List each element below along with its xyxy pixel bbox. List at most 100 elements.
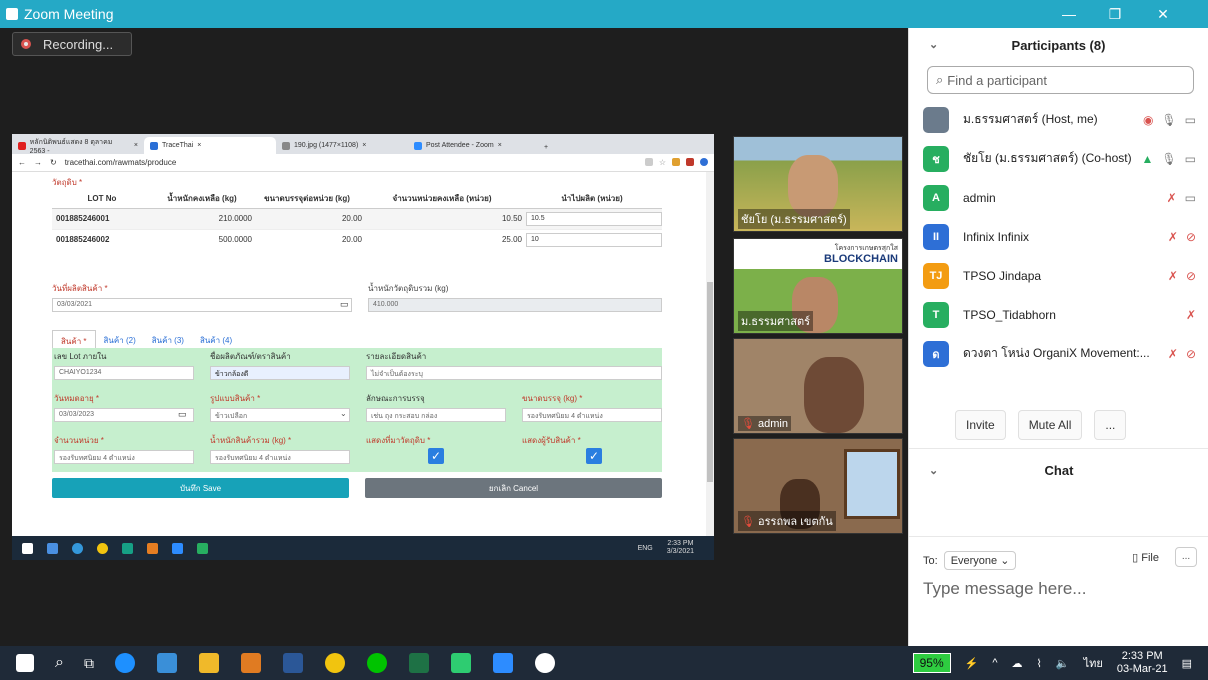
mic-icon[interactable]: 🎙 [1161, 152, 1176, 166]
mute-all-button[interactable]: Mute All [1017, 410, 1083, 440]
camera-off-icon[interactable]: ⊘ [1186, 230, 1196, 244]
edge-icon[interactable] [114, 653, 135, 673]
search-icon[interactable]: ⌕ [55, 654, 64, 672]
participant-row[interactable]: TJ TPSO Jindapa ✗ ⊘ [909, 256, 1208, 295]
input-language[interactable]: ไทย [1084, 654, 1103, 672]
new-tab-button[interactable]: + [540, 144, 548, 154]
tab-close-icon[interactable]: × [197, 142, 201, 149]
detail-input[interactable]: ไม่จำเป็นต้องระบุ [366, 366, 662, 380]
minimize-button[interactable]: — [1046, 0, 1092, 28]
pack-input[interactable]: เช่น ถุง กระสอบ กล่อง [366, 408, 506, 422]
more-button[interactable]: ... [1094, 410, 1127, 440]
blockchain-banner: โครงการเกษตรสุกใส BLOCKCHAIN [734, 239, 902, 269]
participant-status-icons: ▲ 🎙 ▭ [1142, 152, 1196, 166]
forward-icon[interactable]: → [34, 158, 42, 167]
close-button[interactable]: ✕ [1140, 0, 1186, 28]
browser-tab[interactable]: 190.jpg (1477×1108) × [276, 137, 408, 154]
camera-icon[interactable]: ▭ [1185, 191, 1196, 205]
invite-button[interactable]: Invite [955, 410, 1006, 440]
muted-mic-icon[interactable]: ✗ [1167, 191, 1177, 205]
lot-input[interactable]: CHAIYO1234 [54, 366, 194, 380]
translate-icon[interactable] [644, 158, 653, 166]
app-icon[interactable] [450, 653, 471, 673]
profile-icon[interactable] [700, 158, 708, 166]
video-tile[interactable]: 🎙 admin [733, 338, 903, 434]
mic-icon[interactable]: 🎙 [1161, 113, 1176, 127]
app-icon[interactable] [240, 653, 261, 673]
calendar-icon[interactable]: ▭ [178, 409, 187, 420]
qty-input[interactable]: รองรับทศนิยม 4 ตำแหน่ง [54, 450, 194, 464]
camera-app-icon[interactable] [534, 653, 555, 673]
chrome-icon[interactable] [324, 653, 345, 673]
calendar-icon[interactable]: ▭ [340, 299, 349, 310]
show-buyer-checkbox[interactable]: ✓ [586, 448, 602, 464]
name-input[interactable]: ข้าวกล้องดี [210, 366, 350, 380]
file-explorer-icon[interactable] [198, 653, 219, 673]
windows-start-icon[interactable] [16, 654, 34, 672]
participant-row[interactable]: II Infinix Infinix ✗ ⊘ [909, 217, 1208, 256]
recording-indicator[interactable]: Recording... [12, 32, 132, 56]
camera-off-icon[interactable]: ⊘ [1186, 347, 1196, 361]
reload-icon[interactable]: ↻ [50, 158, 57, 167]
excel-icon[interactable] [408, 653, 429, 673]
zoom-icon[interactable] [492, 653, 513, 673]
camera-icon[interactable]: ▭ [1185, 152, 1196, 166]
wifi-icon[interactable]: ⌇ [1037, 657, 1042, 670]
form-select[interactable]: ข้าวเปลือก [210, 408, 350, 422]
photos-icon[interactable] [156, 653, 177, 673]
participant-row[interactable]: ม.ธรรมศาสตร์ (Host, me) ◉ 🎙 ▭ [909, 100, 1208, 139]
word-icon[interactable] [282, 653, 303, 673]
extension-icon[interactable] [686, 158, 694, 166]
use-input[interactable]: 10.5 [526, 211, 662, 226]
camera-off-icon[interactable]: ⊘ [1186, 269, 1196, 283]
chat-more-button[interactable]: ... [1175, 547, 1197, 567]
use-input[interactable]: 10 [526, 232, 662, 247]
task-view-icon[interactable]: ⧉ [84, 655, 94, 672]
page-scrollbar[interactable] [706, 172, 714, 536]
participant-row[interactable]: ด ดวงตา โหน่ง OrganiX Movement:... ✗ ⊘ [909, 334, 1208, 373]
collapse-chevron-icon[interactable]: ⌄ [929, 464, 938, 477]
tab-close-icon[interactable]: × [498, 142, 502, 149]
total-prod-input[interactable]: รองรับทศนิยม 4 ตำแหน่ง [210, 450, 350, 464]
browser-tab[interactable]: Post Attendee - Zoom × [408, 137, 540, 154]
recipient-select[interactable]: Everyone ⌄ [943, 551, 1017, 570]
expire-input[interactable]: 03/03/2023 [54, 408, 194, 422]
prod-date-input[interactable]: 03/03/2021 [52, 298, 352, 312]
participant-row[interactable]: ช ชัยโย (ม.ธรรมศาสตร์) (Co-host) ▲ 🎙 ▭ [909, 139, 1208, 178]
browser-tab-active[interactable]: TraceThai × [144, 137, 276, 154]
message-input[interactable]: Type message here... [923, 579, 1086, 599]
restore-button[interactable]: ❐ [1092, 0, 1138, 28]
tab-close-icon[interactable]: × [134, 142, 138, 149]
tab-close-icon[interactable]: × [362, 142, 366, 149]
muted-mic-icon[interactable]: ✗ [1186, 308, 1196, 322]
cancel-button[interactable]: ยกเลิก Cancel [365, 478, 662, 498]
video-tile[interactable]: ชัยโย (ม.ธรรมศาสตร์) [733, 136, 903, 232]
muted-mic-icon[interactable]: ✗ [1168, 347, 1178, 361]
line-icon[interactable] [366, 653, 387, 673]
save-button[interactable]: บันทึก Save [52, 478, 349, 498]
show-source-checkbox[interactable]: ✓ [428, 448, 444, 464]
chevron-up-icon[interactable]: ^ [992, 657, 997, 669]
browser-tab[interactable]: หลักนิติพนธ์แสดง 8 ตุลาคม 2563 - × [12, 137, 144, 155]
battery-indicator[interactable]: 95% [912, 653, 951, 673]
camera-icon[interactable]: ▭ [1185, 113, 1196, 127]
pack-size-input[interactable]: รองรับทศนิยม 4 ตำแหน่ง [522, 408, 662, 422]
cloud-icon[interactable]: ☁ [1012, 657, 1023, 670]
notifications-icon[interactable]: ▤ [1182, 657, 1192, 670]
file-button[interactable]: ▯ File [1132, 551, 1159, 564]
muted-mic-icon[interactable]: ✗ [1168, 230, 1178, 244]
video-tile[interactable]: โครงการเกษตรสุกใส BLOCKCHAIN ม.ธรรมศาสตร… [733, 238, 903, 334]
participant-search[interactable]: ⌕ Find a participant [927, 66, 1194, 94]
participant-row[interactable]: T TPSO_Tidabhorn ✗ [909, 295, 1208, 334]
muted-mic-icon[interactable]: ✗ [1168, 269, 1178, 283]
video-tile[interactable]: 🎙 อรรถพล เขตกัน [733, 438, 903, 534]
scroll-thumb[interactable] [707, 282, 713, 482]
url-field[interactable]: tracethai.com/rawmats/produce [65, 158, 177, 167]
star-icon[interactable]: ☆ [659, 158, 666, 167]
back-icon[interactable]: ← [18, 158, 26, 167]
extension-icon[interactable] [672, 158, 680, 166]
clock[interactable]: 2:33 PM 03-Mar-21 [1117, 650, 1168, 676]
speaker-icon[interactable]: 🔈 [1056, 657, 1070, 670]
collapse-chevron-icon[interactable]: ⌄ [929, 38, 938, 51]
participant-row[interactable]: A admin ✗ ▭ [909, 178, 1208, 217]
